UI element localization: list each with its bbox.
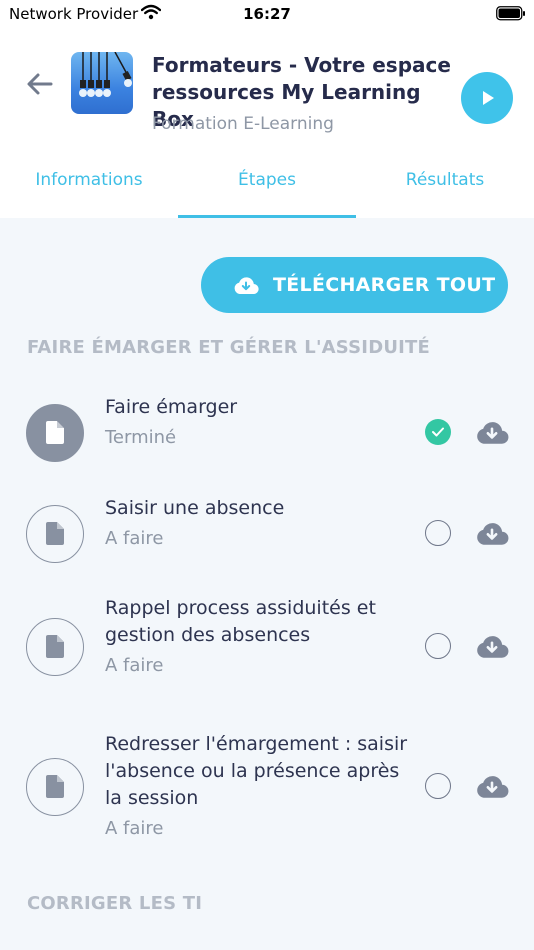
play-button[interactable] <box>461 72 513 124</box>
tab-bar: Informations Étapes Résultats <box>0 152 534 218</box>
step-status: A faire <box>105 818 164 839</box>
cloud-download-icon[interactable] <box>475 520 509 546</box>
status-radio[interactable] <box>425 633 451 659</box>
course-thumbnail <box>71 52 133 114</box>
step-status: A faire <box>105 528 164 549</box>
status-radio[interactable] <box>425 773 451 799</box>
cloud-download-icon[interactable] <box>475 633 509 659</box>
document-icon <box>26 758 84 816</box>
download-all-label: TÉLÉCHARGER TOUT <box>273 274 496 296</box>
document-icon <box>26 505 84 563</box>
tab-etapes[interactable]: Étapes <box>178 152 356 218</box>
tab-resultats[interactable]: Résultats <box>356 152 534 218</box>
step-title: Rappel process assiduités et gestion des… <box>105 597 376 646</box>
status-bar: Network Provider 16:27 <box>0 0 534 30</box>
course-subtitle: Formation E-Learning <box>152 114 334 134</box>
cloud-download-icon <box>234 277 259 295</box>
back-arrow-icon[interactable] <box>26 72 54 96</box>
cloud-download-icon[interactable] <box>475 773 509 799</box>
step-title: Saisir une absence <box>105 497 285 519</box>
document-icon <box>26 618 84 676</box>
battery-icon <box>496 6 526 25</box>
top-panel: Network Provider 16:27 Formateurs - Votr… <box>0 0 534 218</box>
section-title: FAIRE ÉMARGER ET GÉRER L'ASSIDUITÉ <box>27 337 431 358</box>
download-all-button[interactable]: TÉLÉCHARGER TOUT <box>201 257 508 313</box>
tab-informations[interactable]: Informations <box>0 152 178 218</box>
step-status: A faire <box>105 655 164 676</box>
step-title: Redresser l'émargement : saisir l'absenc… <box>105 733 408 809</box>
course-header: Formateurs - Votre espace ressources My … <box>0 30 534 152</box>
clock: 16:27 <box>243 5 291 23</box>
document-icon <box>26 404 84 462</box>
check-icon[interactable] <box>425 419 451 445</box>
cloud-download-icon[interactable] <box>475 419 509 445</box>
step-status: Terminé <box>105 427 177 448</box>
step-title: Faire émarger <box>105 396 238 418</box>
section-title: CORRIGER LES TI <box>27 893 203 914</box>
status-radio[interactable] <box>425 520 451 546</box>
